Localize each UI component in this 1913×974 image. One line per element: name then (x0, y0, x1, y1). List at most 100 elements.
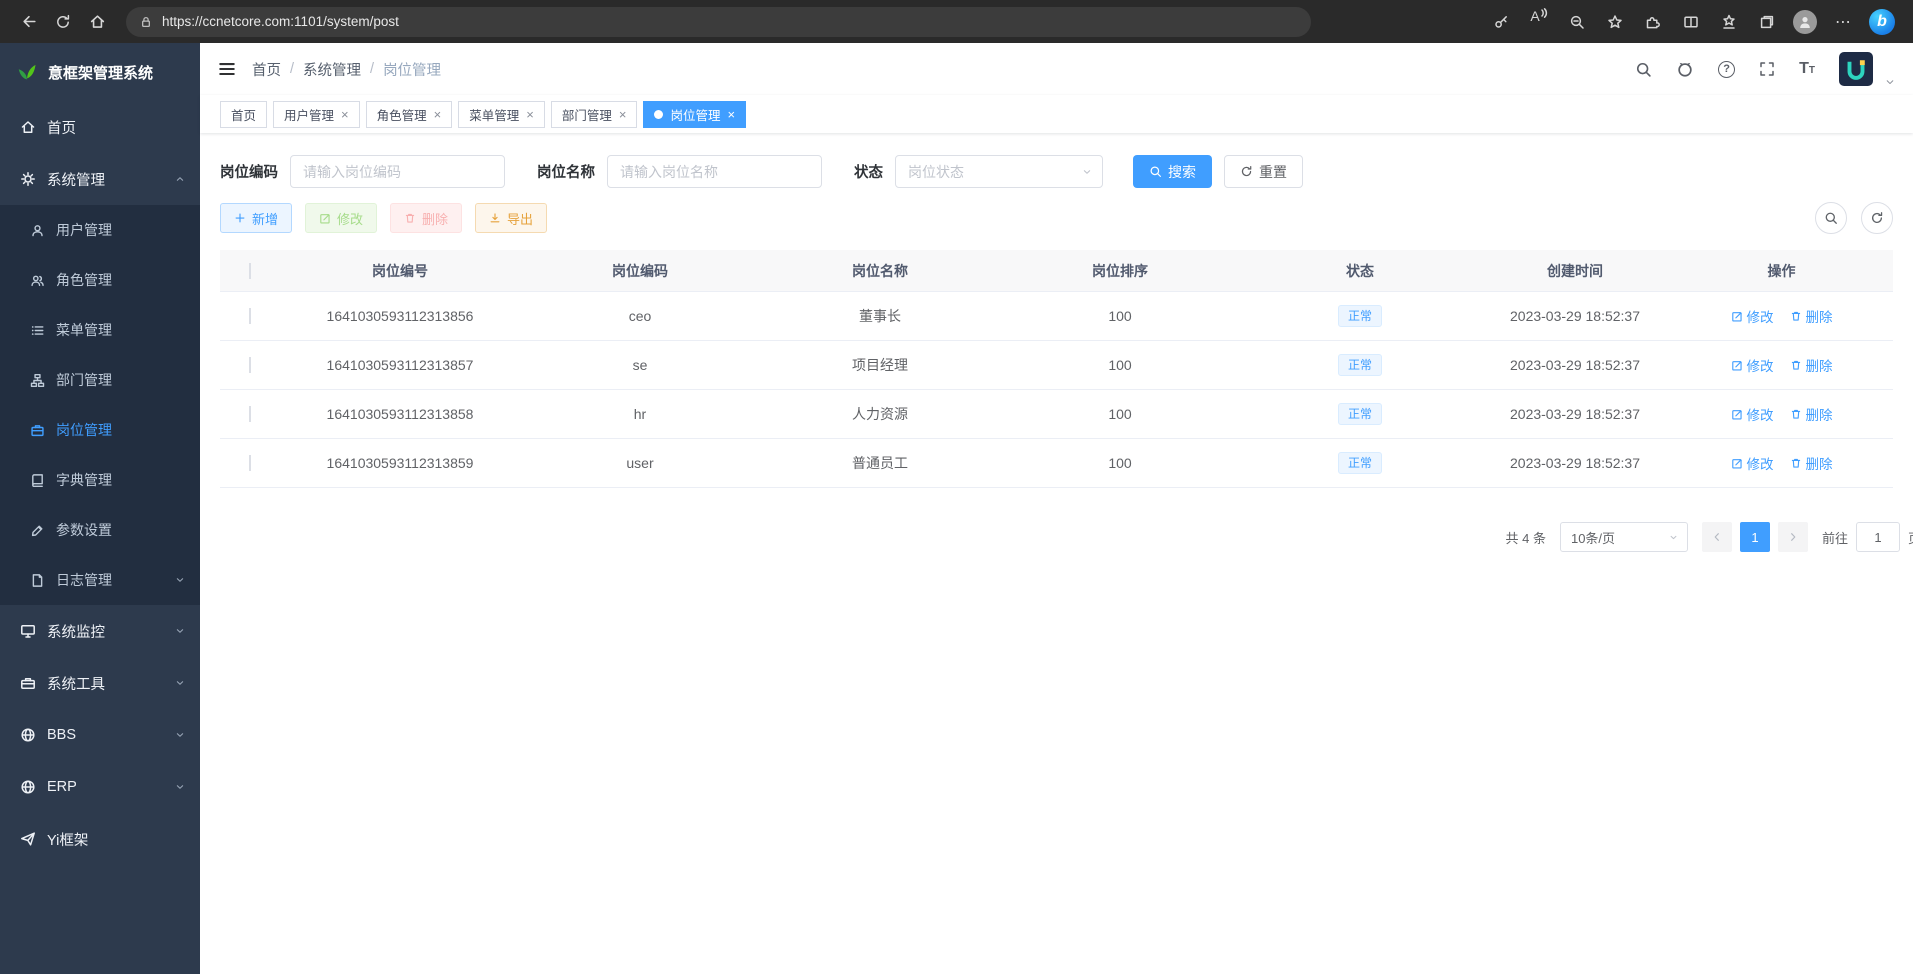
row-checkbox[interactable] (249, 406, 251, 422)
browser-more-icon[interactable]: ⋯ (1831, 8, 1855, 36)
sidebar-item-system-monitor[interactable]: 系统监控 (0, 605, 200, 657)
menu-fold-icon[interactable] (218, 60, 236, 78)
cell-post-name: 董事长 (760, 306, 1000, 326)
bing-icon[interactable]: b (1869, 9, 1895, 35)
close-icon[interactable]: × (619, 108, 627, 121)
fullscreen-icon[interactable] (1759, 61, 1775, 77)
pagination-total: 共 4 条 (1506, 528, 1546, 547)
search-button[interactable]: 搜索 (1133, 155, 1212, 188)
close-icon[interactable]: × (341, 108, 349, 121)
sidebar-item-erp[interactable]: ERP (0, 761, 200, 813)
close-icon[interactable]: × (526, 108, 534, 121)
export-button[interactable]: 导出 (475, 203, 547, 233)
cell-create-time: 2023-03-29 18:52:37 (1480, 406, 1670, 422)
favorites-bar-icon[interactable] (1717, 8, 1741, 36)
breadcrumb-home[interactable]: 首页 (252, 59, 281, 80)
sidebar-item-dept-management[interactable]: 部门管理 (0, 355, 200, 405)
tab-role-management[interactable]: 角色管理 × (366, 101, 453, 128)
breadcrumb-separator: / (370, 61, 374, 77)
row-edit-link[interactable]: 修改 (1731, 453, 1774, 473)
table-row: 1641030593112313858 hr 人力资源 100 正常 2023-… (220, 390, 1893, 439)
favorites-add-icon[interactable] (1603, 8, 1627, 36)
refresh-table-icon[interactable] (1861, 202, 1893, 234)
sidebar-item-dict-management[interactable]: 字典管理 (0, 455, 200, 505)
sidebar-item-system-management[interactable]: 系统管理 (0, 153, 200, 205)
read-aloud-icon[interactable]: A (1527, 8, 1551, 36)
chevron-down-icon (174, 729, 186, 741)
active-tab-dot (654, 110, 663, 119)
sidebar-item-home[interactable]: 首页 (0, 101, 200, 153)
select-all-checkbox[interactable] (249, 263, 251, 279)
avatar-caret-icon[interactable] (1885, 77, 1895, 87)
help-icon[interactable]: ? (1718, 61, 1735, 78)
row-delete-link[interactable]: 删除 (1790, 355, 1833, 375)
status-select[interactable]: 岗位状态 (895, 155, 1103, 188)
browser-profile-avatar[interactable] (1793, 10, 1817, 34)
header-search-icon[interactable] (1635, 61, 1652, 78)
globe-icon (20, 779, 36, 795)
toggle-search-icon[interactable] (1815, 202, 1847, 234)
zoom-out-icon[interactable] (1565, 8, 1589, 36)
row-delete-link[interactable]: 删除 (1790, 453, 1833, 473)
delete-button[interactable]: 删除 (390, 203, 462, 233)
sidebar-item-label: 字典管理 (56, 470, 112, 490)
tab-dept-management[interactable]: 部门管理 × (551, 101, 638, 128)
row-checkbox[interactable] (249, 357, 251, 373)
sidebar-item-log-management[interactable]: 日志管理 (0, 555, 200, 605)
row-checkbox[interactable] (249, 455, 251, 471)
user-avatar[interactable] (1839, 52, 1873, 86)
browser-address-bar[interactable]: https://ccnetcore.com:1101/system/post (126, 7, 1311, 37)
extensions-icon[interactable] (1641, 8, 1665, 36)
browser-refresh-icon[interactable] (46, 5, 80, 39)
row-delete-link[interactable]: 删除 (1790, 404, 1833, 424)
row-delete-link[interactable]: 删除 (1790, 306, 1833, 326)
sidebar-item-label: 系统监控 (47, 621, 105, 642)
post-code-label: 岗位编码 (220, 161, 278, 182)
tab-menu-management[interactable]: 菜单管理 × (458, 101, 545, 128)
column-header: 岗位编码 (520, 261, 760, 281)
row-edit-link[interactable]: 修改 (1731, 306, 1774, 326)
row-edit-link[interactable]: 修改 (1731, 404, 1774, 424)
url-text: https://ccnetcore.com:1101/system/post (162, 14, 399, 29)
row-edit-link[interactable]: 修改 (1731, 355, 1774, 375)
sidebar-item-role-management[interactable]: 角色管理 (0, 255, 200, 305)
collections-icon[interactable] (1755, 8, 1779, 36)
next-page-button[interactable] (1778, 522, 1808, 552)
browser-back-icon[interactable] (12, 5, 46, 39)
table-header-row: 岗位编号 岗位编码 岗位名称 岗位排序 状态 创建时间 操作 (220, 250, 1893, 292)
sidebar-item-label: 日志管理 (56, 570, 112, 590)
sidebar-item-post-management[interactable]: 岗位管理 (0, 405, 200, 455)
monitor-icon (20, 623, 36, 639)
tab-home[interactable]: 首页 (220, 101, 267, 128)
post-name-input[interactable] (607, 155, 822, 188)
cell-post-sort: 100 (1000, 455, 1240, 471)
cell-post-code: ceo (520, 308, 760, 324)
sidebar-item-system-tools[interactable]: 系统工具 (0, 657, 200, 709)
password-key-icon[interactable] (1489, 8, 1513, 36)
sidebar-item-label: 菜单管理 (56, 320, 112, 340)
close-icon[interactable]: × (727, 108, 735, 121)
reset-button[interactable]: 重置 (1224, 155, 1303, 188)
goto-page-input[interactable] (1856, 522, 1900, 552)
tab-user-management[interactable]: 用户管理 × (273, 101, 360, 128)
split-screen-icon[interactable] (1679, 8, 1703, 36)
page-number-button[interactable]: 1 (1740, 522, 1770, 552)
sidebar-menu: 首页 系统管理 用户管理 角色管理 菜单管理 (0, 101, 200, 865)
sidebar-item-menu-management[interactable]: 菜单管理 (0, 305, 200, 355)
browser-home-icon[interactable] (80, 5, 114, 39)
sidebar-item-bbs[interactable]: BBS (0, 709, 200, 761)
row-checkbox[interactable] (249, 308, 251, 324)
add-button[interactable]: 新增 (220, 203, 292, 233)
sidebar-item-user-management[interactable]: 用户管理 (0, 205, 200, 255)
edit-button[interactable]: 修改 (305, 203, 377, 233)
sidebar-item-param-settings[interactable]: 参数设置 (0, 505, 200, 555)
post-code-input[interactable] (290, 155, 505, 188)
page-size-select[interactable]: 10条/页 (1560, 522, 1688, 552)
sidebar-item-yi-framework[interactable]: Yi框架 (0, 813, 200, 865)
prev-page-button[interactable] (1702, 522, 1732, 552)
chevron-down-icon (174, 677, 186, 689)
github-icon[interactable] (1676, 60, 1694, 78)
close-icon[interactable]: × (434, 108, 442, 121)
font-size-icon[interactable]: TT (1799, 61, 1815, 77)
tab-post-management[interactable]: 岗位管理 × (643, 101, 746, 128)
